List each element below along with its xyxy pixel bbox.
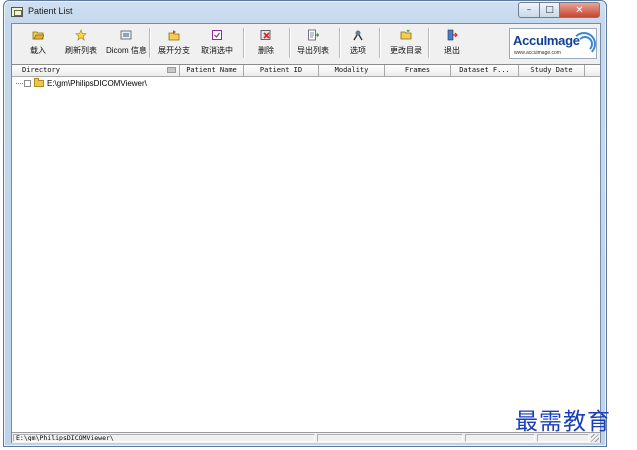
delete-button[interactable]: 删除 (258, 27, 274, 59)
change-directory-icon (400, 29, 412, 41)
refresh-star-icon (75, 29, 87, 41)
change-directory-button[interactable]: 更改目录 (390, 27, 422, 59)
exit-icon (446, 29, 458, 41)
expand-branch-icon (168, 29, 180, 41)
open-folder-icon (32, 29, 44, 41)
tree-item-label: E:\gm\PhilipsDICOMViewer\ (47, 78, 147, 88)
watermark-text: 最需教育 (515, 409, 611, 435)
change-directory-label: 更改目录 (390, 46, 422, 55)
expand-branch-button[interactable]: 展开分支 (158, 27, 190, 59)
app-icon[interactable] (11, 7, 23, 17)
load-button[interactable]: 载入 (30, 27, 46, 59)
status-path: E:\gm\PhilipsDICOMViewer\ (13, 434, 315, 442)
uncheck-button[interactable]: 取消选中 (201, 27, 233, 59)
tree-item[interactable]: E:\gm\PhilipsDICOMViewer\ (16, 77, 147, 88)
folder-icon (34, 77, 44, 87)
logo-arc-icon (577, 36, 593, 52)
toolbar-separator (149, 28, 151, 58)
dicom-info-button[interactable]: Dicom 信息 (106, 27, 147, 59)
toolbar-separator (289, 28, 291, 58)
export-list-icon (307, 29, 319, 41)
column-header-frames[interactable]: Frames (385, 65, 451, 76)
toolbar-separator (428, 28, 430, 58)
logo-url: www.accuimage.com (514, 50, 561, 56)
patient-list-window: Patient List – □ ✕ 载入 刷新列表 Dicom 信息 展开分支… (3, 0, 607, 447)
column-header-dataset-file[interactable]: Dataset F... (451, 65, 519, 76)
window-title: Patient List (28, 6, 73, 16)
logo-text: AccuImage (513, 33, 580, 48)
delete-icon (260, 29, 272, 41)
tree-connector (16, 82, 23, 84)
options-icon (352, 29, 364, 41)
refresh-list-label: 刷新列表 (65, 46, 97, 55)
refresh-list-button[interactable]: 刷新列表 (65, 27, 97, 59)
minimize-button[interactable]: – (518, 2, 540, 18)
delete-label: 删除 (258, 46, 274, 55)
exit-label: 退出 (444, 46, 460, 55)
title-bar[interactable]: Patient List – □ ✕ (4, 1, 606, 23)
window-controls: – □ ✕ (518, 2, 600, 19)
patient-list-view[interactable]: Directory Patient Name Patient ID Modali… (12, 64, 600, 432)
export-list-label: 导出列表 (297, 46, 329, 55)
column-header-patient-id[interactable]: Patient ID (244, 65, 319, 76)
toolbar-separator (379, 28, 381, 58)
client-area: 载入 刷新列表 Dicom 信息 展开分支 取消选中 删除 导出列表 选项 更改… (11, 23, 601, 443)
uncheck-label: 取消选中 (201, 46, 233, 55)
status-bar: E:\gm\PhilipsDICOMViewer\ (12, 432, 600, 443)
close-button[interactable]: ✕ (560, 2, 600, 18)
options-button[interactable]: 选项 (350, 27, 366, 59)
uncheck-icon (211, 29, 223, 41)
list-header: Directory Patient Name Patient ID Modali… (12, 65, 600, 77)
dicom-info-icon (120, 29, 132, 41)
toolbar: 载入 刷新列表 Dicom 信息 展开分支 取消选中 删除 导出列表 选项 更改… (12, 24, 600, 62)
load-label: 载入 (30, 46, 46, 55)
maximize-button[interactable]: □ (540, 2, 560, 18)
sort-indicator-icon (167, 67, 176, 73)
column-header-study-date[interactable]: Study Date (519, 65, 585, 76)
exit-button[interactable]: 退出 (444, 27, 460, 59)
expand-branch-label: 展开分支 (158, 46, 190, 55)
column-header-directory[interactable]: Directory (12, 65, 180, 76)
accuimage-logo: AccuImage www.accuimage.com (509, 28, 597, 59)
dicom-info-label: Dicom 信息 (106, 46, 147, 55)
status-pane-2 (317, 434, 463, 442)
toolbar-separator (339, 28, 341, 58)
tree-checkbox[interactable] (24, 79, 31, 87)
column-header-modality[interactable]: Modality (319, 65, 385, 76)
column-header-patient-name[interactable]: Patient Name (180, 65, 244, 76)
toolbar-separator (243, 28, 245, 58)
export-list-button[interactable]: 导出列表 (297, 27, 329, 59)
options-label: 选项 (350, 46, 366, 55)
